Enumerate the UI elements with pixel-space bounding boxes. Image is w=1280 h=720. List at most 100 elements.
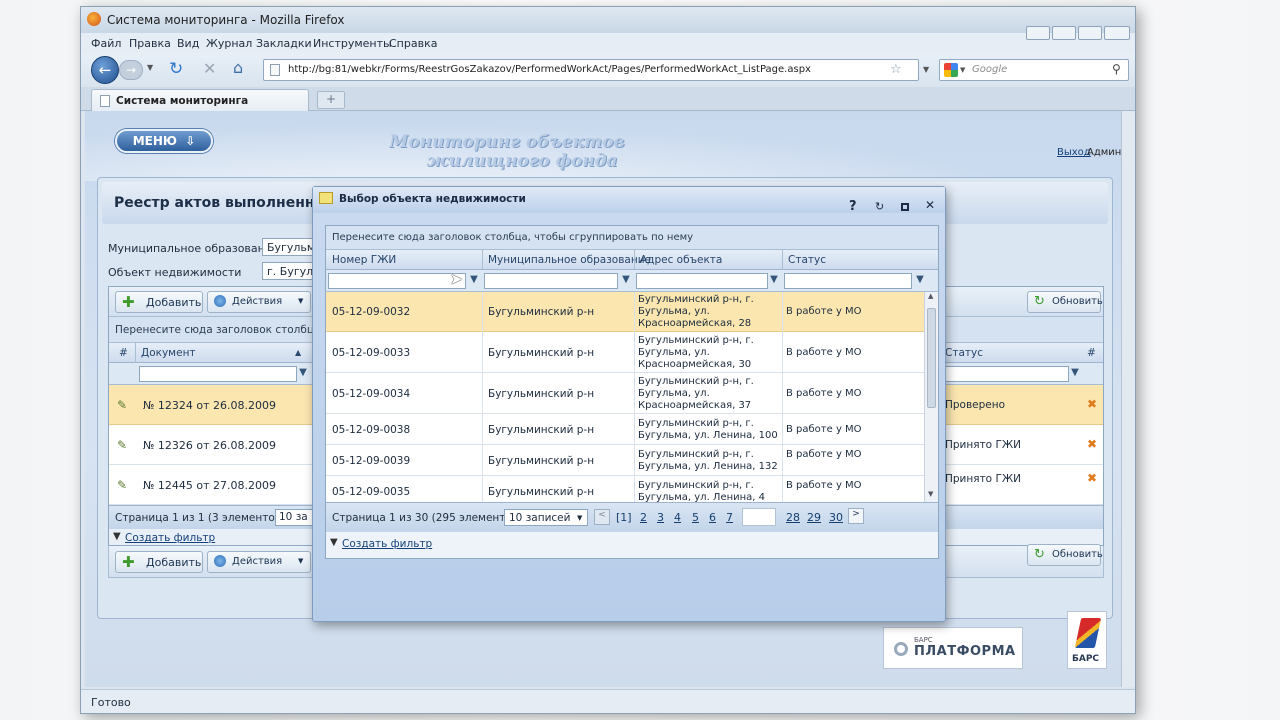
dialog-scrollbar[interactable]: ▲ ▼ xyxy=(924,292,938,502)
delete-icon[interactable]: ✖ xyxy=(1087,437,1097,451)
col-address[interactable]: Адрес объекта xyxy=(640,254,722,266)
object-select-dialog: Выбор объекта недвижимости ? ↻ ✕ Перенес… xyxy=(312,186,946,622)
add-button[interactable]: ✚ Добавить xyxy=(115,291,203,313)
maximize-icon[interactable] xyxy=(901,203,909,211)
search-engine-dropdown-icon[interactable]: ▼ xyxy=(960,66,965,74)
tab-active[interactable]: Система мониторинга xyxy=(91,89,309,111)
menu-button[interactable]: МЕНЮ ⇩ xyxy=(115,129,213,153)
refresh-button-top[interactable]: ↻ Обновить xyxy=(1027,291,1103,313)
filter-object-value[interactable]: г. Бугуль xyxy=(262,262,316,280)
logout-link[interactable]: Выход xyxy=(1057,147,1091,158)
menu-help[interactable]: Справка xyxy=(389,37,437,50)
list-item[interactable]: 05-12-09-0034 Бугульминский р-н Бугульми… xyxy=(326,374,924,414)
pager-size-select[interactable]: 10 за xyxy=(275,509,315,526)
scroll-up-icon[interactable]: ▲ xyxy=(928,292,933,300)
row-num: 05-12-09-0034 xyxy=(332,388,411,400)
minimize-button[interactable] xyxy=(1026,26,1050,40)
restore-button[interactable] xyxy=(1052,26,1076,40)
list-item[interactable]: 05-12-09-0032 Бугульминский р-н Бугульми… xyxy=(326,292,924,332)
filter-icon: ▼ xyxy=(113,531,121,542)
page-link[interactable]: 30 xyxy=(829,511,843,524)
app-title: Мониторинг объектов жилищного фонда xyxy=(377,133,637,171)
create-filter-link[interactable]: Создать фильтр xyxy=(125,532,215,544)
doc-filter-input[interactable] xyxy=(139,366,297,382)
page-scrollbar[interactable] xyxy=(1121,111,1135,687)
page-link[interactable]: 29 xyxy=(807,511,821,524)
page-link[interactable]: 7 xyxy=(726,511,733,524)
title-bar: Система мониторинга - Mozilla Firefox xyxy=(81,7,1135,33)
home-icon[interactable]: ⌂ xyxy=(233,58,243,77)
col-doc-header[interactable]: Документ xyxy=(141,347,196,359)
history-dropdown-icon[interactable]: ▼ xyxy=(147,63,153,72)
menu-bookmarks[interactable]: Закладки xyxy=(256,37,312,50)
new-tab-button[interactable]: + xyxy=(317,91,345,109)
menu-edit[interactable]: Правка xyxy=(129,37,171,50)
next-page-button[interactable]: > xyxy=(848,508,864,524)
menu-tools[interactable]: Инструменты xyxy=(313,37,392,50)
address-filter-input[interactable] xyxy=(636,273,768,289)
page-link[interactable]: 3 xyxy=(657,511,664,524)
filter-icon[interactable]: ▼ xyxy=(768,274,780,288)
scroll-down-icon[interactable]: ▼ xyxy=(928,490,933,498)
edit-icon[interactable]: ✎ xyxy=(117,398,127,412)
search-box[interactable]: ▼ Google ⚲ xyxy=(939,59,1129,81)
bookmark-star-icon[interactable]: ☆ xyxy=(890,62,902,77)
filter-icon[interactable]: ▼ xyxy=(468,274,480,288)
list-item[interactable]: 05-12-09-0033 Бугульминский р-н Бугульми… xyxy=(326,333,924,373)
filter-icon[interactable]: ▼ xyxy=(914,274,926,288)
page-link[interactable]: 5 xyxy=(692,511,699,524)
col-num-gzhi[interactable]: Номер ГЖИ xyxy=(332,254,396,266)
search-icon[interactable]: ⚲ xyxy=(1112,62,1121,76)
help-button[interactable]: ? xyxy=(849,199,857,214)
filter-mo-value[interactable]: Бугульм xyxy=(262,238,316,256)
menu-view[interactable]: Вид xyxy=(177,37,199,50)
refresh-button-bottom[interactable]: ↻ Обновить xyxy=(1027,544,1103,566)
chevron-down-icon: ▼ xyxy=(577,514,583,522)
col-status-header[interactable]: Статус xyxy=(945,347,983,359)
filter-icon[interactable]: ▼ xyxy=(620,274,632,288)
status-filter-input[interactable] xyxy=(943,366,1069,382)
address-dropdown-icon[interactable]: ▼ xyxy=(923,65,929,74)
address-bar[interactable]: http://bg:81/webkr/Forms/ReestrGosZakazo… xyxy=(263,59,919,81)
col-mo[interactable]: Муниципальное образование xyxy=(488,254,651,266)
add-button[interactable]: ✚ Добавить xyxy=(115,551,203,573)
prev-page-button[interactable]: < xyxy=(594,509,610,525)
close-window-button[interactable] xyxy=(1104,26,1130,40)
addr-line: Бугульма, ул. xyxy=(638,306,710,317)
filter-icon[interactable]: ▼ xyxy=(1069,367,1081,381)
page-size-select[interactable]: 10 записей ▼ xyxy=(504,509,588,526)
maximize-button[interactable] xyxy=(1078,26,1102,40)
page-link[interactable]: 4 xyxy=(674,511,681,524)
back-button[interactable]: ← xyxy=(91,56,119,84)
edit-icon[interactable]: ✎ xyxy=(117,438,127,452)
num-filter-input[interactable] xyxy=(328,273,466,289)
status-filter-input[interactable] xyxy=(784,273,912,289)
close-icon[interactable]: ✕ xyxy=(925,198,935,212)
mo-filter-input[interactable] xyxy=(484,273,618,289)
actions-button[interactable]: Действия ▼ xyxy=(207,551,311,573)
list-item[interactable]: 05-12-09-0035 Бугульминский р-н Бугульми… xyxy=(326,477,924,502)
scroll-thumb[interactable] xyxy=(927,308,936,408)
list-item[interactable]: 05-12-09-0039 Бугульминский р-н Бугульми… xyxy=(326,446,924,476)
refresh-icon[interactable]: ↻ xyxy=(875,200,884,213)
page-link[interactable]: 6 xyxy=(709,511,716,524)
row-mo: Бугульминский р-н xyxy=(488,347,595,359)
list-item[interactable]: 05-12-09-0038 Бугульминский р-н Бугульми… xyxy=(326,415,924,445)
edit-icon[interactable]: ✎ xyxy=(117,478,127,492)
col-status[interactable]: Статус xyxy=(788,254,826,266)
dialog-group-hint: Перенесите сюда заголовок столбца, чтобы… xyxy=(332,232,694,243)
delete-icon[interactable]: ✖ xyxy=(1087,471,1097,485)
actions-button[interactable]: Действия ▼ xyxy=(207,291,311,313)
filter-icon[interactable]: ▼ xyxy=(297,367,309,381)
delete-icon[interactable]: ✖ xyxy=(1087,397,1097,411)
page-link[interactable]: 28 xyxy=(786,511,800,524)
page-jump-input[interactable] xyxy=(742,508,776,526)
forward-button[interactable]: → xyxy=(119,60,143,80)
menu-history[interactable]: Журнал xyxy=(206,37,252,50)
page-link[interactable]: 2 xyxy=(640,511,647,524)
stop-icon[interactable]: ✕ xyxy=(203,59,216,78)
menu-file[interactable]: Файл xyxy=(91,37,121,50)
google-icon xyxy=(944,63,958,77)
dialog-create-filter-link[interactable]: Создать фильтр xyxy=(342,538,432,550)
reload-icon[interactable]: ↻ xyxy=(169,59,183,79)
